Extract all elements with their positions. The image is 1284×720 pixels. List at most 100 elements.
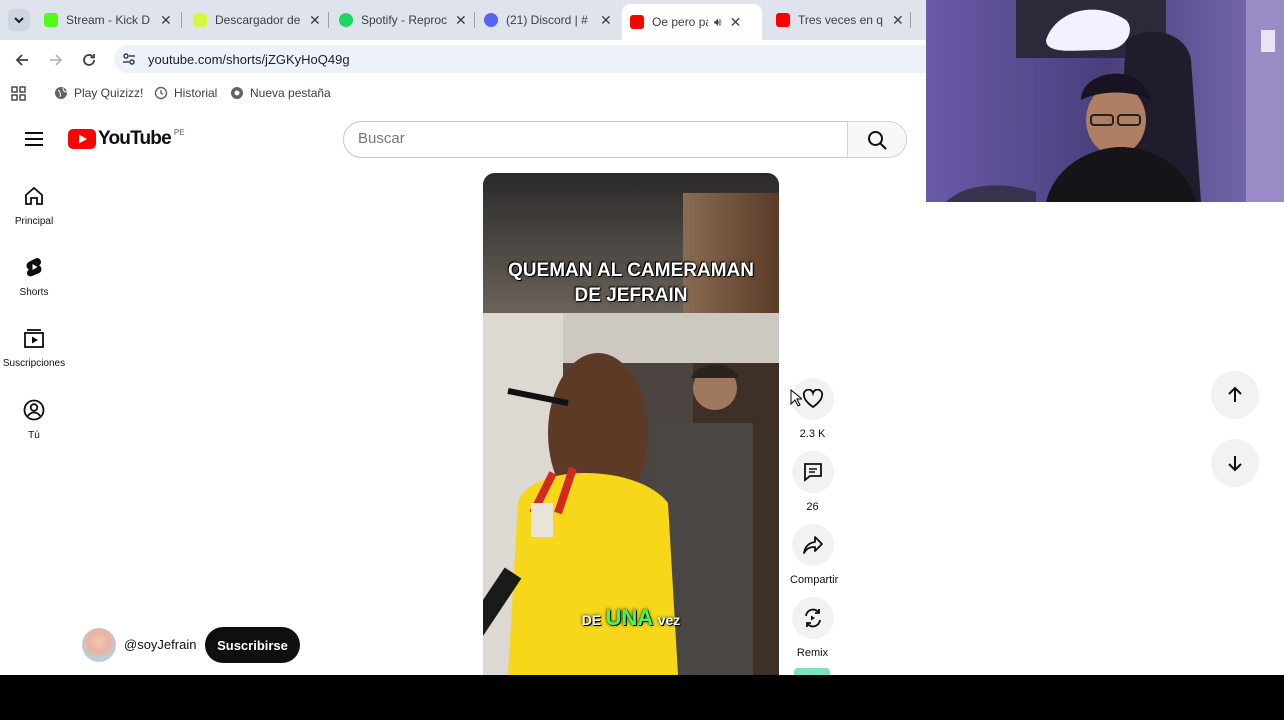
shorts-icon <box>26 258 42 277</box>
close-tab-icon[interactable]: ✕ <box>730 14 742 31</box>
bookmark-play-quizizz[interactable]: Play Quizizz! <box>54 86 143 100</box>
youtube-favicon-icon <box>630 15 644 29</box>
apps-grid-icon[interactable] <box>11 86 26 101</box>
tab-youtube-2[interactable]: Tres veces en q ✕ <box>776 6 904 34</box>
youtube-play-logo-icon <box>68 129 96 149</box>
bookmark-label: Nueva pestaña <box>250 86 331 100</box>
remix-icon <box>804 608 821 628</box>
comment-count: 26 <box>806 501 819 513</box>
tab-descargador[interactable]: Descargador de ✕ <box>193 6 321 34</box>
logo-text: YouTube <box>98 128 172 149</box>
site-settings-icon[interactable] <box>122 52 136 66</box>
spotify-favicon-icon <box>339 13 353 27</box>
comment-action: 26 <box>790 451 835 513</box>
arrow-down-icon <box>1228 456 1242 472</box>
search-placeholder: Buscar <box>358 130 405 147</box>
tab-title: (21) Discord | # <box>506 13 588 27</box>
tab-spotify[interactable]: Spotify - Reproc ✕ <box>339 6 467 34</box>
heart-icon <box>802 389 823 409</box>
tab-separator <box>474 12 475 28</box>
bookmark-historial[interactable]: Historial <box>154 86 217 100</box>
sidebar-item-shorts[interactable]: Shorts <box>0 256 68 298</box>
sound-thumbnail[interactable] <box>794 668 830 675</box>
sidebar-item-suscripciones[interactable]: Suscripciones <box>0 327 68 369</box>
search-button[interactable] <box>847 121 907 158</box>
remix-button[interactable] <box>791 597 834 639</box>
tab-title: Oe pero pa <box>652 15 708 29</box>
tab-separator <box>328 12 329 28</box>
url-text[interactable]: youtube.com/shorts/jZGKyHoQ49g <box>148 52 350 67</box>
history-icon <box>154 86 168 100</box>
chevron-down-icon <box>14 17 24 24</box>
remix-action: Remix <box>790 597 835 659</box>
next-short-button[interactable] <box>1211 439 1259 487</box>
back-arrow-icon[interactable] <box>14 52 30 68</box>
webcam-feed <box>926 0 1284 202</box>
tab-title: Tres veces en q <box>798 13 883 27</box>
like-action: 2.3 K <box>790 378 835 440</box>
tab-youtube-active[interactable]: Oe pero pa 🔊︎ ✕ <box>622 4 762 40</box>
video-subtitle: DE UNA vez <box>483 605 779 631</box>
letterbox-bar <box>0 675 1284 720</box>
close-tab-icon[interactable]: ✕ <box>600 12 612 29</box>
tab-kick[interactable]: Stream - Kick D ✕ <box>44 6 172 34</box>
arrow-up-icon <box>1228 386 1242 402</box>
tab-title: Descargador de <box>215 13 301 27</box>
chrome-icon <box>231 87 243 99</box>
share-icon <box>802 536 823 554</box>
channel-handle[interactable]: @soyJefrain <box>124 637 196 652</box>
subscribe-button[interactable]: Suscribirse <box>205 627 300 663</box>
youtube-logo[interactable]: YouTube PE <box>68 128 185 150</box>
close-tab-icon[interactable]: ✕ <box>309 12 321 29</box>
share-button[interactable] <box>791 524 834 566</box>
tab-separator <box>181 12 182 28</box>
video-caption: QUEMAN AL CAMERAMAN DE JEFRAIN <box>483 258 779 308</box>
close-tab-icon[interactable]: ✕ <box>160 12 172 29</box>
subscribe-label: Suscribirse <box>217 637 288 653</box>
search-input[interactable] <box>343 121 848 158</box>
subtitle-word: vez <box>657 612 681 628</box>
forward-arrow-icon[interactable] <box>48 52 64 68</box>
globe-icon <box>55 87 68 99</box>
search-icon <box>868 131 887 150</box>
bookmark-label: Play Quizizz! <box>74 86 144 100</box>
sidebar-item-tu[interactable]: Tú <box>0 399 68 441</box>
like-count: 2.3 K <box>799 428 826 440</box>
close-tab-icon[interactable]: ✕ <box>455 12 467 29</box>
comment-button[interactable] <box>791 451 834 493</box>
subtitle-highlight-word: UNA <box>605 605 654 630</box>
video-frame <box>483 173 779 675</box>
speaker-icon[interactable]: 🔊︎ <box>714 15 722 30</box>
sidebar-item-principal[interactable]: Principal <box>0 185 68 227</box>
hamburger-menu-icon[interactable] <box>24 131 44 147</box>
channel-avatar[interactable] <box>82 628 116 662</box>
sidebar-item-label: Shorts <box>19 287 49 298</box>
kick-favicon-icon <box>44 13 58 27</box>
mouse-cursor-icon <box>790 389 802 407</box>
sidebar-item-label: Tú <box>28 430 40 441</box>
tab-title: Spotify - Reproc <box>361 13 447 27</box>
subtitle-word: DE <box>581 612 602 628</box>
account-icon <box>23 399 45 421</box>
subscriptions-icon <box>24 329 44 348</box>
share-action: Compartir <box>790 524 839 586</box>
country-code: PE <box>173 128 185 137</box>
webcam-overlay <box>926 0 1284 202</box>
bookmark-nueva-pestana[interactable]: Nueva pestaña <box>230 86 331 100</box>
tab-strip: Stream - Kick D ✕ Descargador de ✕ Spoti… <box>0 0 926 40</box>
remix-label: Remix <box>796 647 829 659</box>
tab-title: Stream - Kick D <box>66 13 151 27</box>
tab-search-dropdown[interactable] <box>8 9 30 31</box>
short-video-player[interactable] <box>483 173 779 675</box>
comment-icon <box>803 463 822 482</box>
close-tab-icon[interactable]: ✕ <box>892 12 904 29</box>
sidebar-item-label: Principal <box>14 216 54 227</box>
home-icon <box>25 186 43 205</box>
reload-icon[interactable] <box>81 52 97 68</box>
tab-discord[interactable]: (21) Discord | # ✕ <box>484 6 612 34</box>
share-label: Compartir <box>790 574 839 586</box>
caption-line: QUEMAN AL CAMERAMAN <box>508 260 754 281</box>
previous-short-button[interactable] <box>1211 371 1259 419</box>
youtube-favicon-icon <box>776 13 790 27</box>
sidebar-item-label: Suscripciones <box>2 358 66 369</box>
